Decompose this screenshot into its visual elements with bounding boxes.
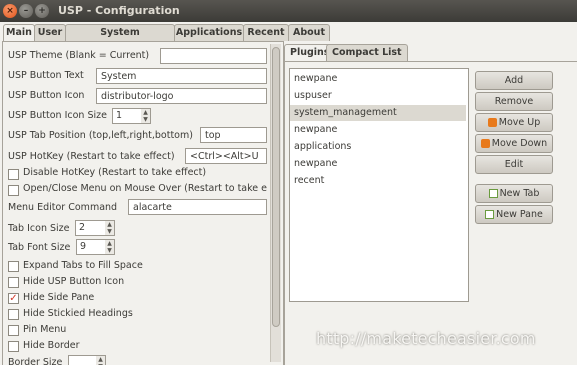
move-up-button[interactable]: Move Up [475, 113, 553, 132]
menu-editor-label: Menu Editor Command [8, 202, 118, 213]
tab-font-size-value: 9 [80, 241, 87, 252]
remove-button-label: Remove [494, 96, 534, 107]
hide-border-checkbox[interactable] [8, 341, 19, 352]
list-item[interactable]: recent [290, 173, 466, 189]
tab-font-size-stepper[interactable]: 9 ▲ ▼ [76, 239, 115, 255]
tab-icon-size-label: Tab Icon Size [8, 223, 70, 234]
checkmark-icon: ✓ [9, 293, 18, 304]
tab-about[interactable]: About [288, 24, 330, 41]
stepper-arrows-icon[interactable]: ▲▼ [96, 356, 105, 365]
edit-button-label: Edit [504, 159, 524, 170]
border-size-stepper[interactable]: ▲▼ [68, 355, 106, 365]
hide-side-pane-label: Hide Side Pane [23, 292, 95, 303]
tab-position-input[interactable]: top [200, 127, 267, 143]
pin-menu-checkbox[interactable] [8, 325, 19, 336]
tab-user[interactable]: User [34, 24, 66, 41]
button-icon-label: USP Button Icon [8, 90, 85, 101]
tab-main[interactable]: Main [3, 24, 35, 42]
button-icon-size-stepper[interactable]: 1 ▲ ▼ [112, 108, 151, 124]
hotkey-input[interactable]: <Ctrl><Alt>U [185, 148, 267, 164]
tab-applications[interactable]: Applications [174, 24, 244, 41]
list-item[interactable]: newpane [290, 156, 466, 172]
edit-button[interactable]: Edit [475, 155, 553, 174]
expand-tabs-label: Expand Tabs to Fill Space [23, 260, 143, 271]
list-item[interactable]: newpane [290, 122, 466, 138]
add-button[interactable]: Add [475, 71, 553, 90]
config-window: × – + USP - Configuration Main User Syst… [0, 0, 577, 365]
move-down-label: Move Down [491, 138, 548, 149]
add-button-label: Add [504, 75, 524, 86]
button-text-input[interactable]: System [96, 68, 267, 84]
expand-tabs-checkbox[interactable] [8, 261, 19, 272]
button-text-label: USP Button Text [8, 70, 84, 81]
move-up-label: Move Up [498, 117, 541, 128]
scrollbar-thumb[interactable] [272, 47, 280, 327]
arrow-down-icon [480, 139, 490, 148]
open-close-mouseover-label: Open/Close Menu on Mouse Over (Restart t… [23, 183, 267, 194]
pin-menu-label: Pin Menu [23, 324, 67, 335]
list-item-selected[interactable]: system_management [290, 105, 466, 121]
hotkey-label: USP HotKey (Restart to take effect) [8, 151, 175, 162]
window-title: USP - Configuration [58, 4, 180, 17]
hide-button-icon-label: Hide USP Button Icon [23, 276, 125, 287]
list-item[interactable]: newpane [290, 71, 466, 87]
button-icon-size-value: 1 [116, 110, 123, 121]
new-tab-button[interactable]: New Tab [475, 184, 553, 203]
disable-hotkey-checkbox[interactable] [8, 169, 19, 180]
menu-editor-input[interactable]: alacarte [128, 199, 267, 215]
stepper-arrows-icon[interactable]: ▲▼ [141, 109, 150, 123]
list-item[interactable]: applications [290, 139, 466, 155]
new-document-icon [488, 189, 498, 198]
tab-compact-list[interactable]: Compact List [326, 44, 408, 61]
hide-border-label: Hide Border [23, 340, 80, 351]
remove-button[interactable]: Remove [475, 92, 553, 111]
stepper-arrows-icon[interactable]: ▲▼ [105, 221, 114, 235]
list-item[interactable]: uspuser [290, 88, 466, 104]
tab-position-label: USP Tab Position (top,left,right,bottom) [8, 130, 193, 141]
plugins-list: newpane uspuser system_management newpan… [289, 68, 469, 302]
main-panel-scrollbar[interactable] [270, 44, 281, 362]
title-bar: × – + USP - Configuration [0, 0, 577, 22]
new-tab-label: New Tab [499, 188, 540, 199]
disable-hotkey-label: Disable HotKey (Restart to take effect) [23, 167, 207, 178]
stepper-arrows-icon[interactable]: ▲▼ [105, 240, 114, 254]
new-pane-button[interactable]: New Pane [475, 205, 553, 224]
tab-font-size-label: Tab Font Size [8, 242, 71, 253]
hide-stickied-headings-label: Hide Stickied Headings [23, 308, 133, 319]
border-size-label: Border Size [8, 357, 63, 365]
minimize-button[interactable]: – [19, 4, 33, 18]
tab-recent[interactable]: Recent [243, 24, 289, 41]
new-pane-label: New Pane [496, 209, 543, 220]
hide-stickied-headings-checkbox[interactable] [8, 309, 19, 320]
button-icon-input[interactable]: distributor-logo [96, 88, 267, 104]
tab-system-management[interactable]: System Management [65, 24, 175, 54]
watermark-url: http://maketecheasier.com [316, 329, 536, 348]
open-close-mouseover-checkbox[interactable] [8, 185, 19, 196]
theme-input[interactable] [160, 48, 267, 64]
tab-icon-size-stepper[interactable]: 2 ▲ ▼ [75, 220, 115, 236]
maximize-button[interactable]: + [35, 4, 49, 18]
tab-icon-size-value: 2 [79, 222, 86, 233]
button-icon-size-label: USP Button Icon Size [8, 110, 107, 121]
theme-label: USP Theme (Blank = Current) [8, 50, 150, 61]
move-down-button[interactable]: Move Down [475, 134, 553, 153]
hide-button-icon-checkbox[interactable] [8, 277, 19, 288]
close-button[interactable]: × [3, 4, 17, 18]
new-document-icon [485, 210, 495, 219]
hide-side-pane-checkbox[interactable]: ✓ [8, 293, 19, 304]
arrow-up-icon [487, 118, 497, 127]
